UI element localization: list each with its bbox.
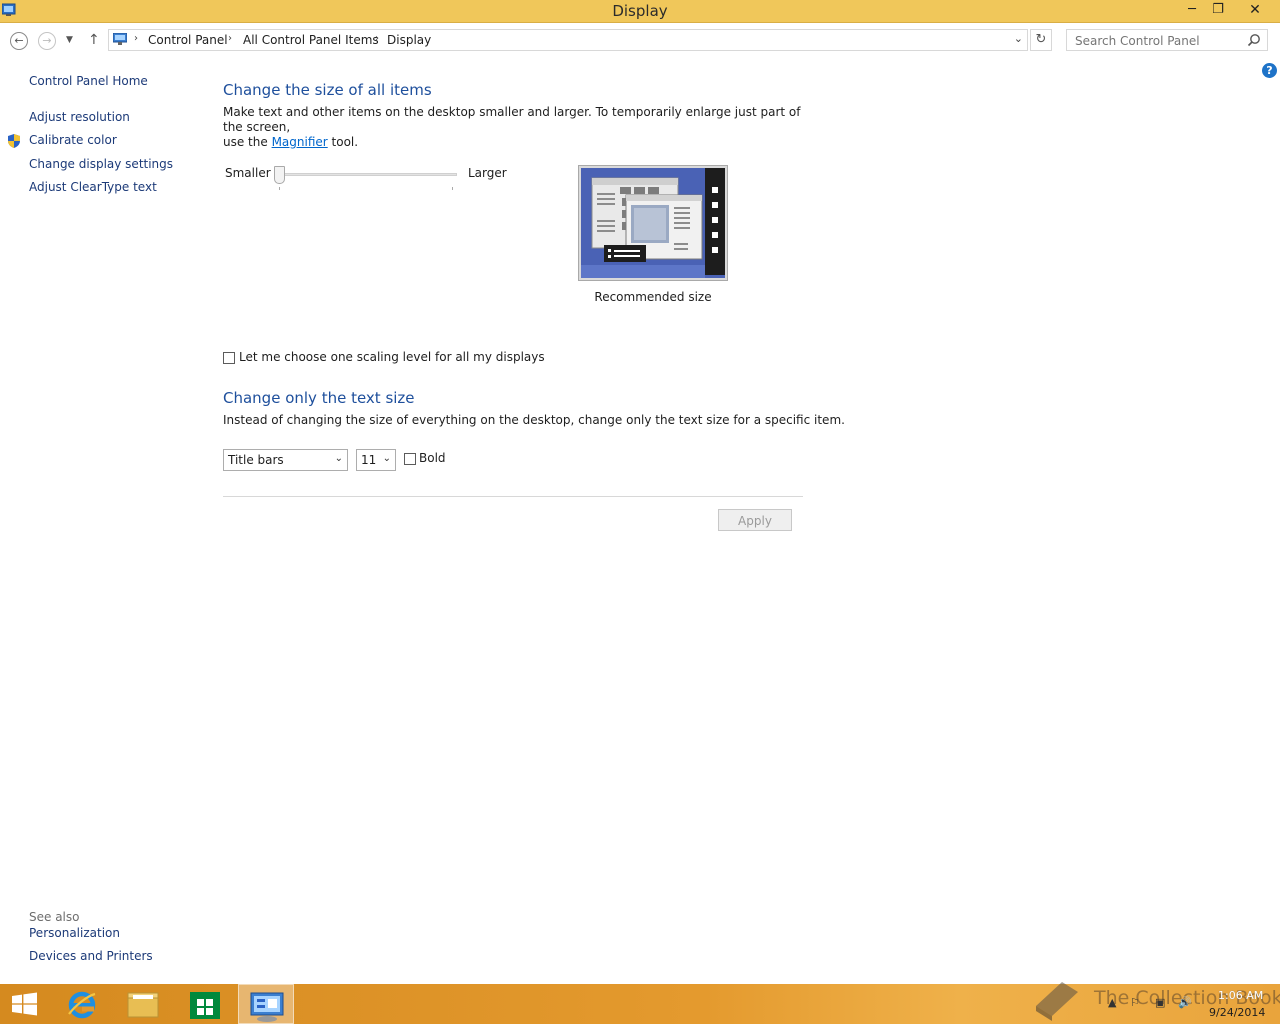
folder-icon bbox=[127, 992, 159, 1018]
control-panel-home-link[interactable]: Control Panel Home bbox=[29, 74, 148, 88]
help-icon[interactable]: ? bbox=[1262, 63, 1277, 78]
font-size-select[interactable]: 11 ⌄ bbox=[356, 449, 396, 471]
breadcrumb-control-panel[interactable]: Control Panel bbox=[148, 33, 228, 47]
slider-max-label: Larger bbox=[468, 166, 507, 180]
bold-checkbox-label[interactable]: Bold bbox=[419, 451, 446, 465]
text-size-heading: Change only the text size bbox=[223, 389, 415, 407]
display-preview-image bbox=[578, 165, 728, 281]
slider-min-label: Smaller bbox=[225, 166, 271, 180]
file-explorer-button[interactable] bbox=[115, 984, 171, 1024]
clock-time[interactable]: 1:06 AM bbox=[1218, 989, 1263, 1002]
windows-logo-icon bbox=[12, 992, 37, 1016]
store-icon bbox=[190, 992, 220, 1019]
show-hidden-icons-button[interactable]: ▲ bbox=[1108, 996, 1116, 1009]
magnifier-link[interactable]: Magnifier bbox=[272, 135, 328, 149]
control-panel-icon bbox=[113, 33, 127, 45]
maximize-button[interactable]: ❐ bbox=[1205, 0, 1231, 20]
personalization-link[interactable]: Personalization bbox=[29, 926, 120, 940]
internet-explorer-icon bbox=[68, 991, 96, 1019]
slider-tick bbox=[279, 187, 280, 190]
control-panel-icon bbox=[250, 992, 284, 1022]
adjust-resolution-link[interactable]: Adjust resolution bbox=[29, 110, 130, 124]
search-icon[interactable] bbox=[1247, 33, 1261, 47]
size-description-post: tool. bbox=[331, 135, 359, 149]
size-description-line1: Make text and other items on the desktop… bbox=[223, 105, 801, 134]
breadcrumb-separator[interactable]: › bbox=[375, 33, 379, 44]
action-center-flag-icon[interactable]: ⚐ bbox=[1130, 996, 1140, 1009]
size-description: Make text and other items on the desktop… bbox=[223, 105, 823, 150]
start-button[interactable] bbox=[0, 984, 56, 1024]
size-slider-thumb[interactable] bbox=[274, 166, 285, 184]
up-button[interactable]: ↑ bbox=[88, 32, 100, 48]
devices-and-printers-link[interactable]: Devices and Printers bbox=[29, 949, 153, 963]
close-button[interactable]: ✕ bbox=[1242, 0, 1268, 20]
back-button[interactable]: ← bbox=[10, 32, 28, 50]
font-size-select-value: 11 bbox=[361, 453, 377, 467]
scaling-checkbox[interactable] bbox=[223, 352, 235, 364]
breadcrumb-all-items[interactable]: All Control Panel Items bbox=[243, 33, 379, 47]
breadcrumb-separator[interactable]: › bbox=[134, 33, 138, 44]
search-box[interactable] bbox=[1066, 29, 1268, 51]
taskbar: The Collection Book ▲ ⚐ ▣ 🔊 1:06 AM 9/24… bbox=[0, 982, 1280, 1024]
size-description-pre: use the bbox=[223, 135, 268, 149]
text-size-description: Instead of changing the size of everythi… bbox=[223, 413, 845, 427]
title-bar: Display ─ ❐ ✕ bbox=[0, 0, 1280, 23]
adjust-cleartype-link[interactable]: Adjust ClearType text bbox=[29, 180, 157, 194]
search-input[interactable] bbox=[1073, 32, 1247, 50]
uac-shield-icon bbox=[8, 134, 20, 148]
item-select[interactable]: Title bars ⌄ bbox=[223, 449, 348, 471]
item-select-value: Title bars bbox=[228, 453, 284, 467]
change-display-settings-link[interactable]: Change display settings bbox=[29, 157, 173, 171]
window-title: Display bbox=[612, 2, 668, 20]
size-heading: Change the size of all items bbox=[223, 81, 432, 99]
minimize-button[interactable]: ─ bbox=[1179, 0, 1205, 20]
chevron-down-icon: ⌄ bbox=[382, 453, 391, 464]
volume-icon[interactable]: 🔊 bbox=[1178, 996, 1192, 1009]
book-watermark-icon bbox=[1036, 982, 1078, 1021]
control-panel-taskbar-button[interactable] bbox=[238, 984, 294, 1024]
address-dropdown-button[interactable]: ⌄ bbox=[1014, 32, 1023, 45]
recent-locations-button[interactable]: ▼ bbox=[66, 35, 73, 45]
divider bbox=[223, 496, 803, 497]
apply-button[interactable]: Apply bbox=[718, 509, 792, 531]
breadcrumb-separator[interactable]: › bbox=[228, 33, 232, 44]
forward-button[interactable]: → bbox=[38, 32, 56, 50]
store-button[interactable] bbox=[177, 984, 233, 1024]
left-pane: Control Panel Home Adjust resolution Cal… bbox=[0, 60, 200, 980]
scaling-checkbox-label[interactable]: Let me choose one scaling level for all … bbox=[239, 350, 545, 364]
breadcrumb-display[interactable]: Display bbox=[387, 33, 431, 47]
navigation-bar: ← → ▼ ↑ › Control Panel › All Control Pa… bbox=[0, 23, 1280, 59]
internet-explorer-button[interactable] bbox=[55, 984, 111, 1024]
chevron-down-icon: ⌄ bbox=[334, 453, 343, 464]
calibrate-color-link[interactable]: Calibrate color bbox=[29, 133, 117, 147]
clock-date[interactable]: 9/24/2014 bbox=[1209, 1006, 1265, 1019]
refresh-button[interactable]: ↻ bbox=[1030, 29, 1052, 51]
network-icon[interactable]: ▣ bbox=[1155, 996, 1165, 1009]
preview-caption: Recommended size bbox=[594, 290, 712, 304]
bold-checkbox[interactable] bbox=[404, 453, 416, 465]
address-bar[interactable]: › Control Panel › All Control Panel Item… bbox=[108, 29, 1028, 51]
slider-tick bbox=[452, 187, 453, 190]
see-also-heading: See also bbox=[29, 910, 80, 924]
size-slider-track[interactable] bbox=[279, 173, 457, 176]
